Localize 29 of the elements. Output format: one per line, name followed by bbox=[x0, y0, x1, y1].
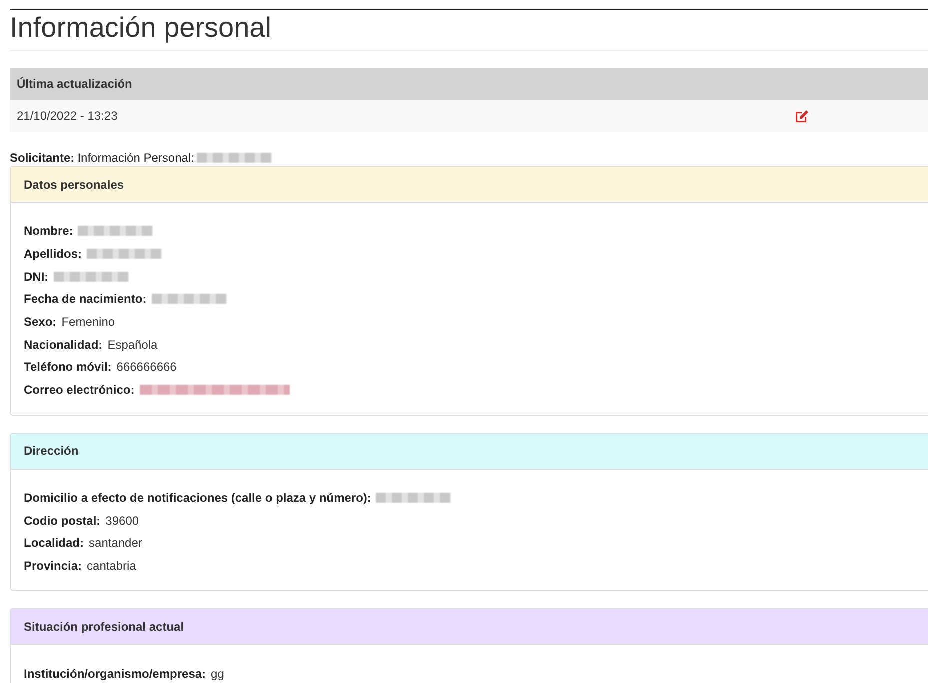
field-label: Fecha de nacimiento: bbox=[24, 292, 147, 306]
applicant-text: Información Personal: bbox=[78, 151, 194, 165]
section-header: Situación profesional actual bbox=[11, 609, 928, 646]
edit-icon[interactable] bbox=[795, 110, 809, 122]
field-value: Española bbox=[108, 338, 158, 352]
field-value: cantabria bbox=[87, 558, 136, 573]
section-header: Dirección bbox=[11, 434, 928, 470]
field-label: Teléfono móvil: bbox=[24, 360, 112, 374]
field-label: Codio postal: bbox=[24, 514, 101, 528]
field-label: DNI: bbox=[24, 270, 49, 284]
section-header: Datos personales bbox=[11, 167, 928, 203]
field-value: gg bbox=[211, 666, 224, 681]
field-label: Nacionalidad: bbox=[24, 338, 103, 352]
field-value: 39600 bbox=[106, 514, 140, 528]
field-value: santander bbox=[89, 536, 142, 550]
date-cell-text: 21/10/2022 - 13:23 bbox=[17, 109, 119, 123]
field-label: Correo electrónico: bbox=[24, 383, 135, 398]
field-label: Domicilio a efecto de notificaciones (calle o plaza y número): bbox=[24, 490, 372, 505]
page-title: Información personal bbox=[10, 10, 928, 51]
field-value: 666666666 bbox=[116, 360, 177, 374]
field-label: Nombre: bbox=[24, 224, 74, 238]
field-label: Apellidos: bbox=[24, 247, 82, 262]
field-label: Sexo: bbox=[24, 315, 57, 330]
field-value: Femenino bbox=[62, 315, 116, 330]
field-label: Provincia: bbox=[24, 558, 82, 573]
applicant-label: Solicitante: bbox=[10, 151, 75, 165]
field-label: Localidad: bbox=[24, 536, 84, 550]
field-label: Institución/organismo/empresa: bbox=[24, 666, 206, 681]
table-header: Última actualización bbox=[10, 68, 928, 100]
